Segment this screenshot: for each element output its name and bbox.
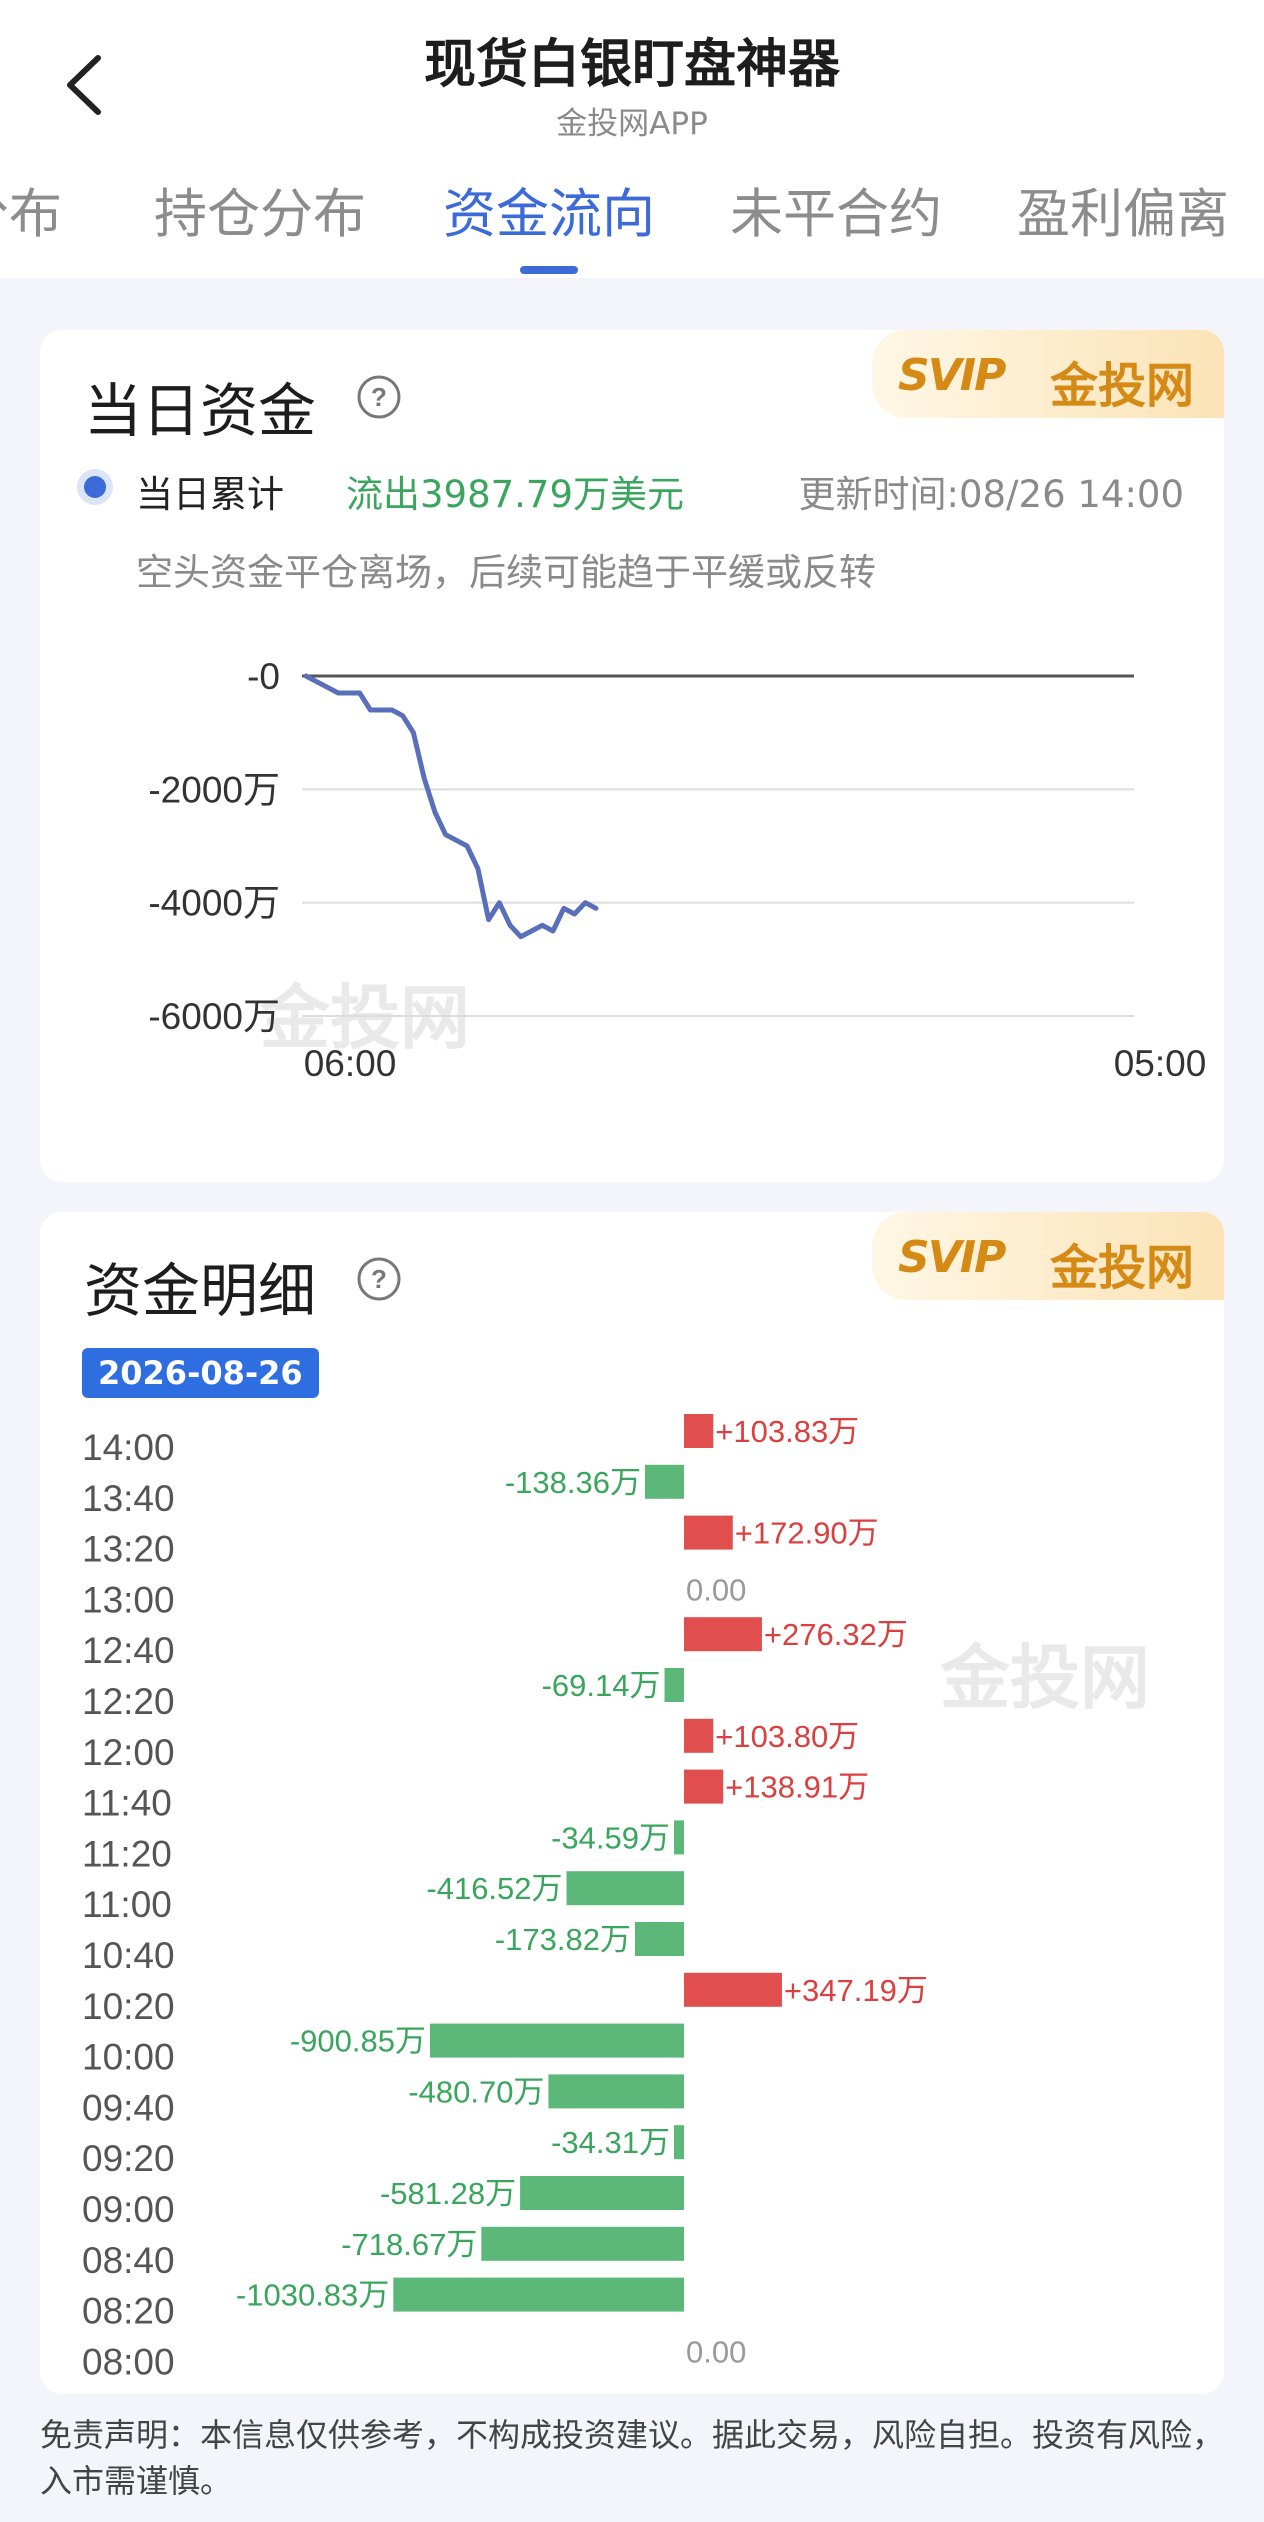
outflow-bar xyxy=(674,1820,684,1855)
bar-value-label: +347.19万 xyxy=(784,1973,928,2008)
outflow-bar xyxy=(548,2074,684,2109)
app-header: 现货白银盯盘神器 金投网APP 分布 持仓分布 资金流向 未平合约 盈利偏离 xyxy=(0,0,1264,278)
bar-value-label: -69.14万 xyxy=(542,1668,661,1703)
bar-value-label: -34.59万 xyxy=(551,1820,670,1855)
time-label: 10:40 xyxy=(82,1935,175,1976)
time-label: 12:20 xyxy=(82,1681,175,1722)
inflow-bar xyxy=(684,1515,733,1550)
cumulative-flow-line xyxy=(303,673,599,940)
bar-value-label: +138.91万 xyxy=(725,1770,869,1805)
daily-fund-card: 当日资金 ? SVIP 金投网 当日累计 流出3987.79万美元 更新时间:0… xyxy=(40,330,1224,1182)
inflow-bar xyxy=(684,1718,714,1753)
time-label: 13:00 xyxy=(82,1579,175,1620)
svip-logo: SVIP xyxy=(898,1232,1006,1283)
tab-distribution[interactable]: 分布 xyxy=(0,172,62,248)
tab-profit-deviation[interactable]: 盈利偏离 xyxy=(1017,172,1229,248)
tab-bar: 分布 持仓分布 资金流向 未平合约 盈利偏离 xyxy=(0,168,1264,268)
bar-value-label: -173.82万 xyxy=(495,1922,631,1957)
help-icon[interactable]: ? xyxy=(356,374,402,420)
bar-value-label: -581.28万 xyxy=(380,2176,516,2211)
time-label: 11:00 xyxy=(82,1884,172,1925)
svip-badge: SVIP 金投网 xyxy=(872,1212,1224,1300)
outflow-bar xyxy=(429,2023,684,2058)
bar-value-label: +103.83万 xyxy=(715,1414,859,1449)
bar-value-label: +103.80万 xyxy=(715,1719,859,1754)
bar-value-label: +276.32万 xyxy=(764,1617,908,1652)
date-badge: 2026-08-26 xyxy=(82,1348,319,1398)
tab-open-interest[interactable]: 未平合约 xyxy=(730,172,942,248)
time-label: 09:40 xyxy=(82,2087,175,2128)
outflow-bar xyxy=(520,2176,684,2210)
tab-fund-flow[interactable]: 资金流向 xyxy=(443,172,655,248)
badge-brand: 金投网 xyxy=(1050,358,1195,414)
outflow-bar xyxy=(566,1871,684,1906)
bar-value-label: -1030.83万 xyxy=(236,2278,389,2313)
bar-value-label: -416.52万 xyxy=(426,1871,562,1906)
cumulative-flow-value: 流出3987.79万美元 xyxy=(346,473,685,516)
bar-value-label: -34.31万 xyxy=(551,2125,670,2160)
x-tick-label: 05:00 xyxy=(1114,1043,1207,1084)
svip-logo: SVIP xyxy=(898,350,1006,401)
inflow-bar xyxy=(684,1617,762,1652)
outflow-bar xyxy=(644,1464,684,1499)
time-label: 09:00 xyxy=(82,2189,175,2230)
page-title: 现货白银盯盘神器 xyxy=(423,35,840,95)
outflow-bar xyxy=(481,2226,684,2261)
update-time: 更新时间:08/26 14:00 xyxy=(798,473,1184,516)
time-label: 11:20 xyxy=(82,1833,172,1874)
y-tick-label: -2000万 xyxy=(148,769,280,810)
daily-cumulative-line-chart: -0 -2000万 -4000万 -6000万 06:00 05:00 xyxy=(148,656,1207,1084)
fund-detail-card: 资金明细 ? SVIP 金投网 2026-08-26 金投网 14:00 +103… xyxy=(40,1212,1224,2394)
inflow-bar xyxy=(684,1972,782,2007)
svg-text:?: ? xyxy=(371,382,387,412)
disclaimer: 免责声明：本信息仅供参考，不构成投资建议。据此交易，风险自担。投资有风险，入市需… xyxy=(40,2416,1225,2500)
time-label: 08:40 xyxy=(82,2240,175,2281)
bar-value-label: -138.36万 xyxy=(505,1465,641,1500)
time-label: 08:20 xyxy=(82,2291,175,2332)
outflow-bar xyxy=(393,2277,684,2312)
bar-value-label: +172.90万 xyxy=(735,1516,879,1551)
tab-position-distribution[interactable]: 持仓分布 xyxy=(154,172,366,248)
time-label: 12:00 xyxy=(82,1732,175,1773)
time-label: 11:40 xyxy=(82,1783,172,1824)
fund-detail-bar-chart: 14:00 +103.83万 13:40 -138.36万 13:20 +172.90万 1… xyxy=(82,1414,928,2382)
time-label: 09:20 xyxy=(82,2138,175,2179)
svip-badge: SVIP 金投网 xyxy=(872,330,1224,418)
time-label: 13:20 xyxy=(82,1529,175,1570)
inflow-bar xyxy=(684,1414,714,1448)
outflow-bar xyxy=(634,1922,684,1956)
outflow-bar xyxy=(674,2125,684,2160)
time-label: 13:40 xyxy=(82,1478,175,1519)
y-tick-label: -4000万 xyxy=(148,883,280,924)
time-label: 12:40 xyxy=(82,1630,175,1671)
y-tick-label: -0 xyxy=(247,656,280,697)
time-label: 08:00 xyxy=(82,2341,175,2382)
y-tick-label: -6000万 xyxy=(148,996,280,1037)
fund-comment: 空头资金平仓离场，后续可能趋于平缓或反转 xyxy=(136,551,876,594)
bar-value-label: -900.85万 xyxy=(290,2024,426,2059)
time-label: 14:00 xyxy=(82,1427,175,1468)
bar-value-label: -480.70万 xyxy=(408,2074,544,2109)
active-tab-indicator xyxy=(520,266,578,274)
time-label: 10:20 xyxy=(82,1986,175,2027)
daily-fund-title: 当日资金 xyxy=(84,377,317,445)
page-subtitle: 金投网APP xyxy=(556,106,708,142)
inflow-bar xyxy=(684,1769,724,1804)
bar-value-label: 0.00 xyxy=(686,2334,746,2369)
bar-value-label: 0.00 xyxy=(686,1572,746,1607)
time-label: 10:00 xyxy=(82,2037,175,2078)
bar-value-label: -718.67万 xyxy=(341,2227,477,2262)
legend-dot-icon xyxy=(84,476,106,498)
svg-text:?: ? xyxy=(371,1264,387,1294)
help-icon[interactable]: ? xyxy=(356,1256,402,1302)
x-tick-label: 06:00 xyxy=(304,1043,397,1084)
legend-label: 当日累计 xyxy=(136,473,284,516)
fund-detail-title: 资金明细 xyxy=(84,1257,317,1325)
badge-brand: 金投网 xyxy=(1050,1240,1195,1296)
outflow-bar xyxy=(664,1668,684,1702)
